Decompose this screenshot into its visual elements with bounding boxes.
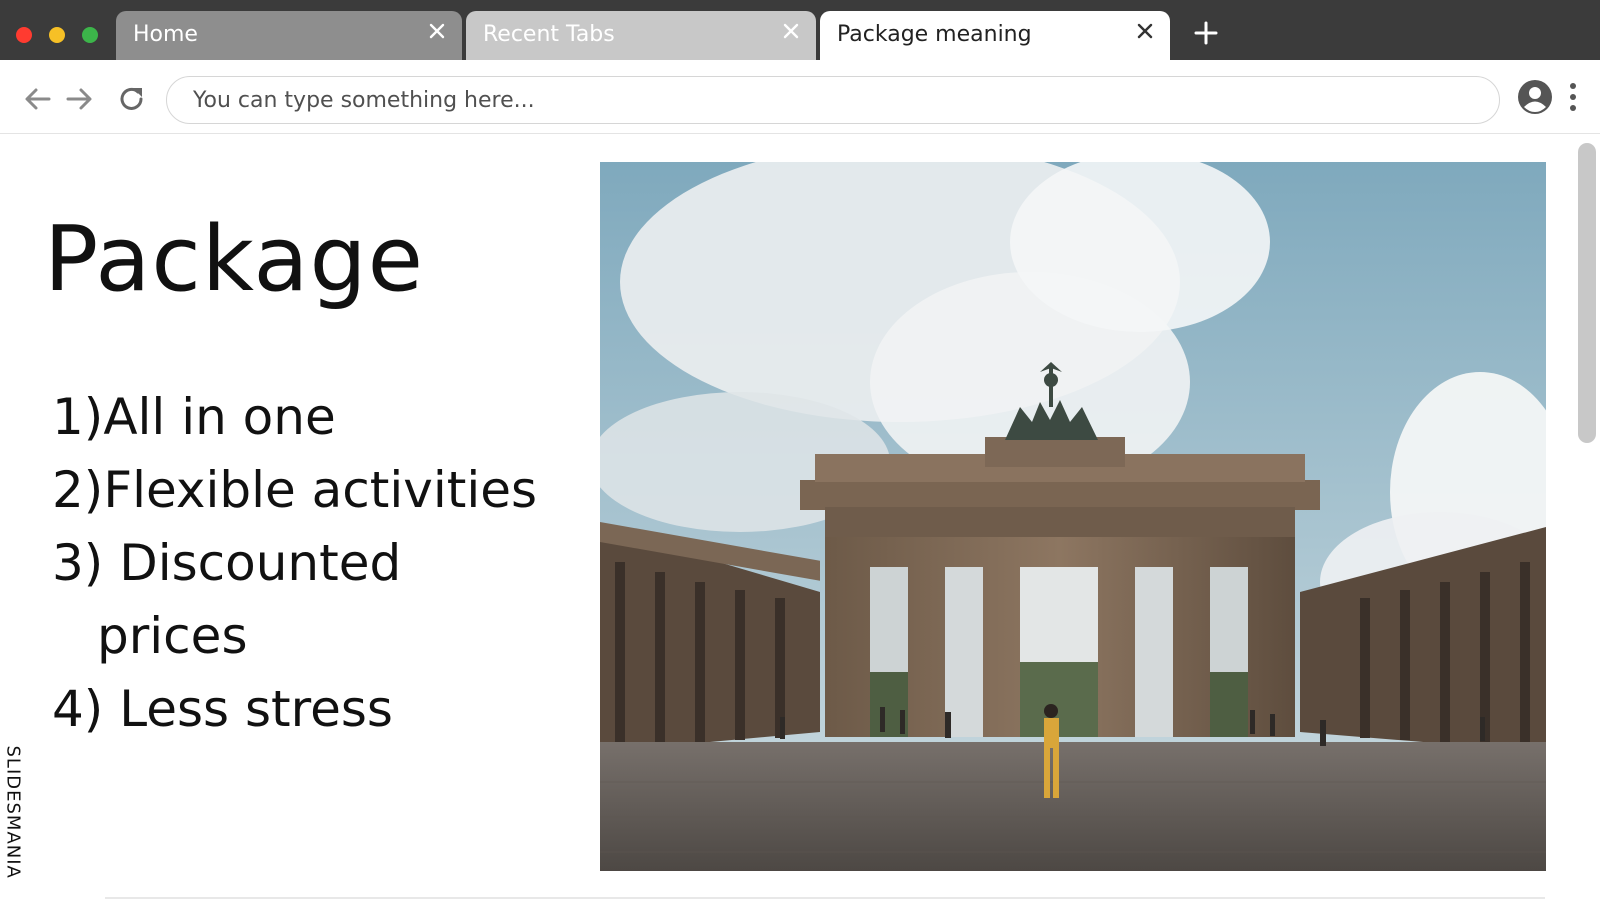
close-icon[interactable] — [426, 20, 448, 42]
tab-label: Package meaning — [837, 22, 1032, 47]
window-minimize-button[interactable] — [49, 27, 65, 43]
tab-package-meaning[interactable]: Package meaning — [820, 11, 1170, 60]
slide-title: Package — [44, 207, 425, 312]
bullet-list: 1)All in one 2)Flexible activities 3) Di… — [52, 381, 537, 746]
list-item-text: Discounted — [119, 534, 402, 592]
list-item: 1)All in one — [52, 381, 537, 454]
page-content: Package 1)All in one 2)Flexible activiti… — [0, 135, 1600, 899]
close-icon[interactable] — [1134, 20, 1156, 42]
tab-label: Recent Tabs — [483, 22, 615, 47]
list-item-text: All in one — [103, 388, 336, 446]
list-item-number: 1) — [52, 388, 104, 446]
window-maximize-button[interactable] — [82, 27, 98, 43]
list-item: 3) Discounted prices — [52, 527, 537, 673]
list-item: 2)Flexible activities — [52, 454, 537, 527]
reload-icon[interactable] — [117, 84, 147, 114]
window-close-button[interactable] — [16, 27, 32, 43]
tab-recent-tabs[interactable]: Recent Tabs — [466, 11, 816, 60]
tab-label: Home — [133, 22, 198, 47]
new-tab-plus-icon[interactable] — [1193, 20, 1219, 46]
list-item: 4) Less stress — [52, 673, 537, 746]
slidesmania-brand: SLIDESMANIA — [2, 745, 24, 879]
vertical-scrollbar[interactable] — [1578, 143, 1596, 443]
tab-strip: Home Recent Tabs Package meaning — [0, 0, 1600, 60]
list-item-number: 4) — [52, 680, 120, 738]
close-icon[interactable] — [780, 20, 802, 42]
list-item-number: 2) — [52, 461, 104, 519]
list-item-number: 3) — [52, 534, 120, 592]
browser-toolbar — [0, 60, 1600, 134]
list-item-text: Flexible activities — [103, 461, 538, 519]
brandenburg-gate-photo — [600, 162, 1546, 871]
more-menu-icon[interactable] — [1567, 80, 1579, 114]
forward-arrow-icon[interactable] — [64, 84, 94, 114]
address-input[interactable] — [193, 85, 1473, 115]
list-item-continuation: prices — [97, 607, 248, 665]
list-item-text: Less stress — [119, 680, 393, 738]
address-bar[interactable] — [166, 76, 1500, 124]
back-arrow-icon[interactable] — [23, 84, 53, 114]
tab-home[interactable]: Home — [116, 11, 462, 60]
account-icon[interactable] — [1517, 79, 1553, 115]
